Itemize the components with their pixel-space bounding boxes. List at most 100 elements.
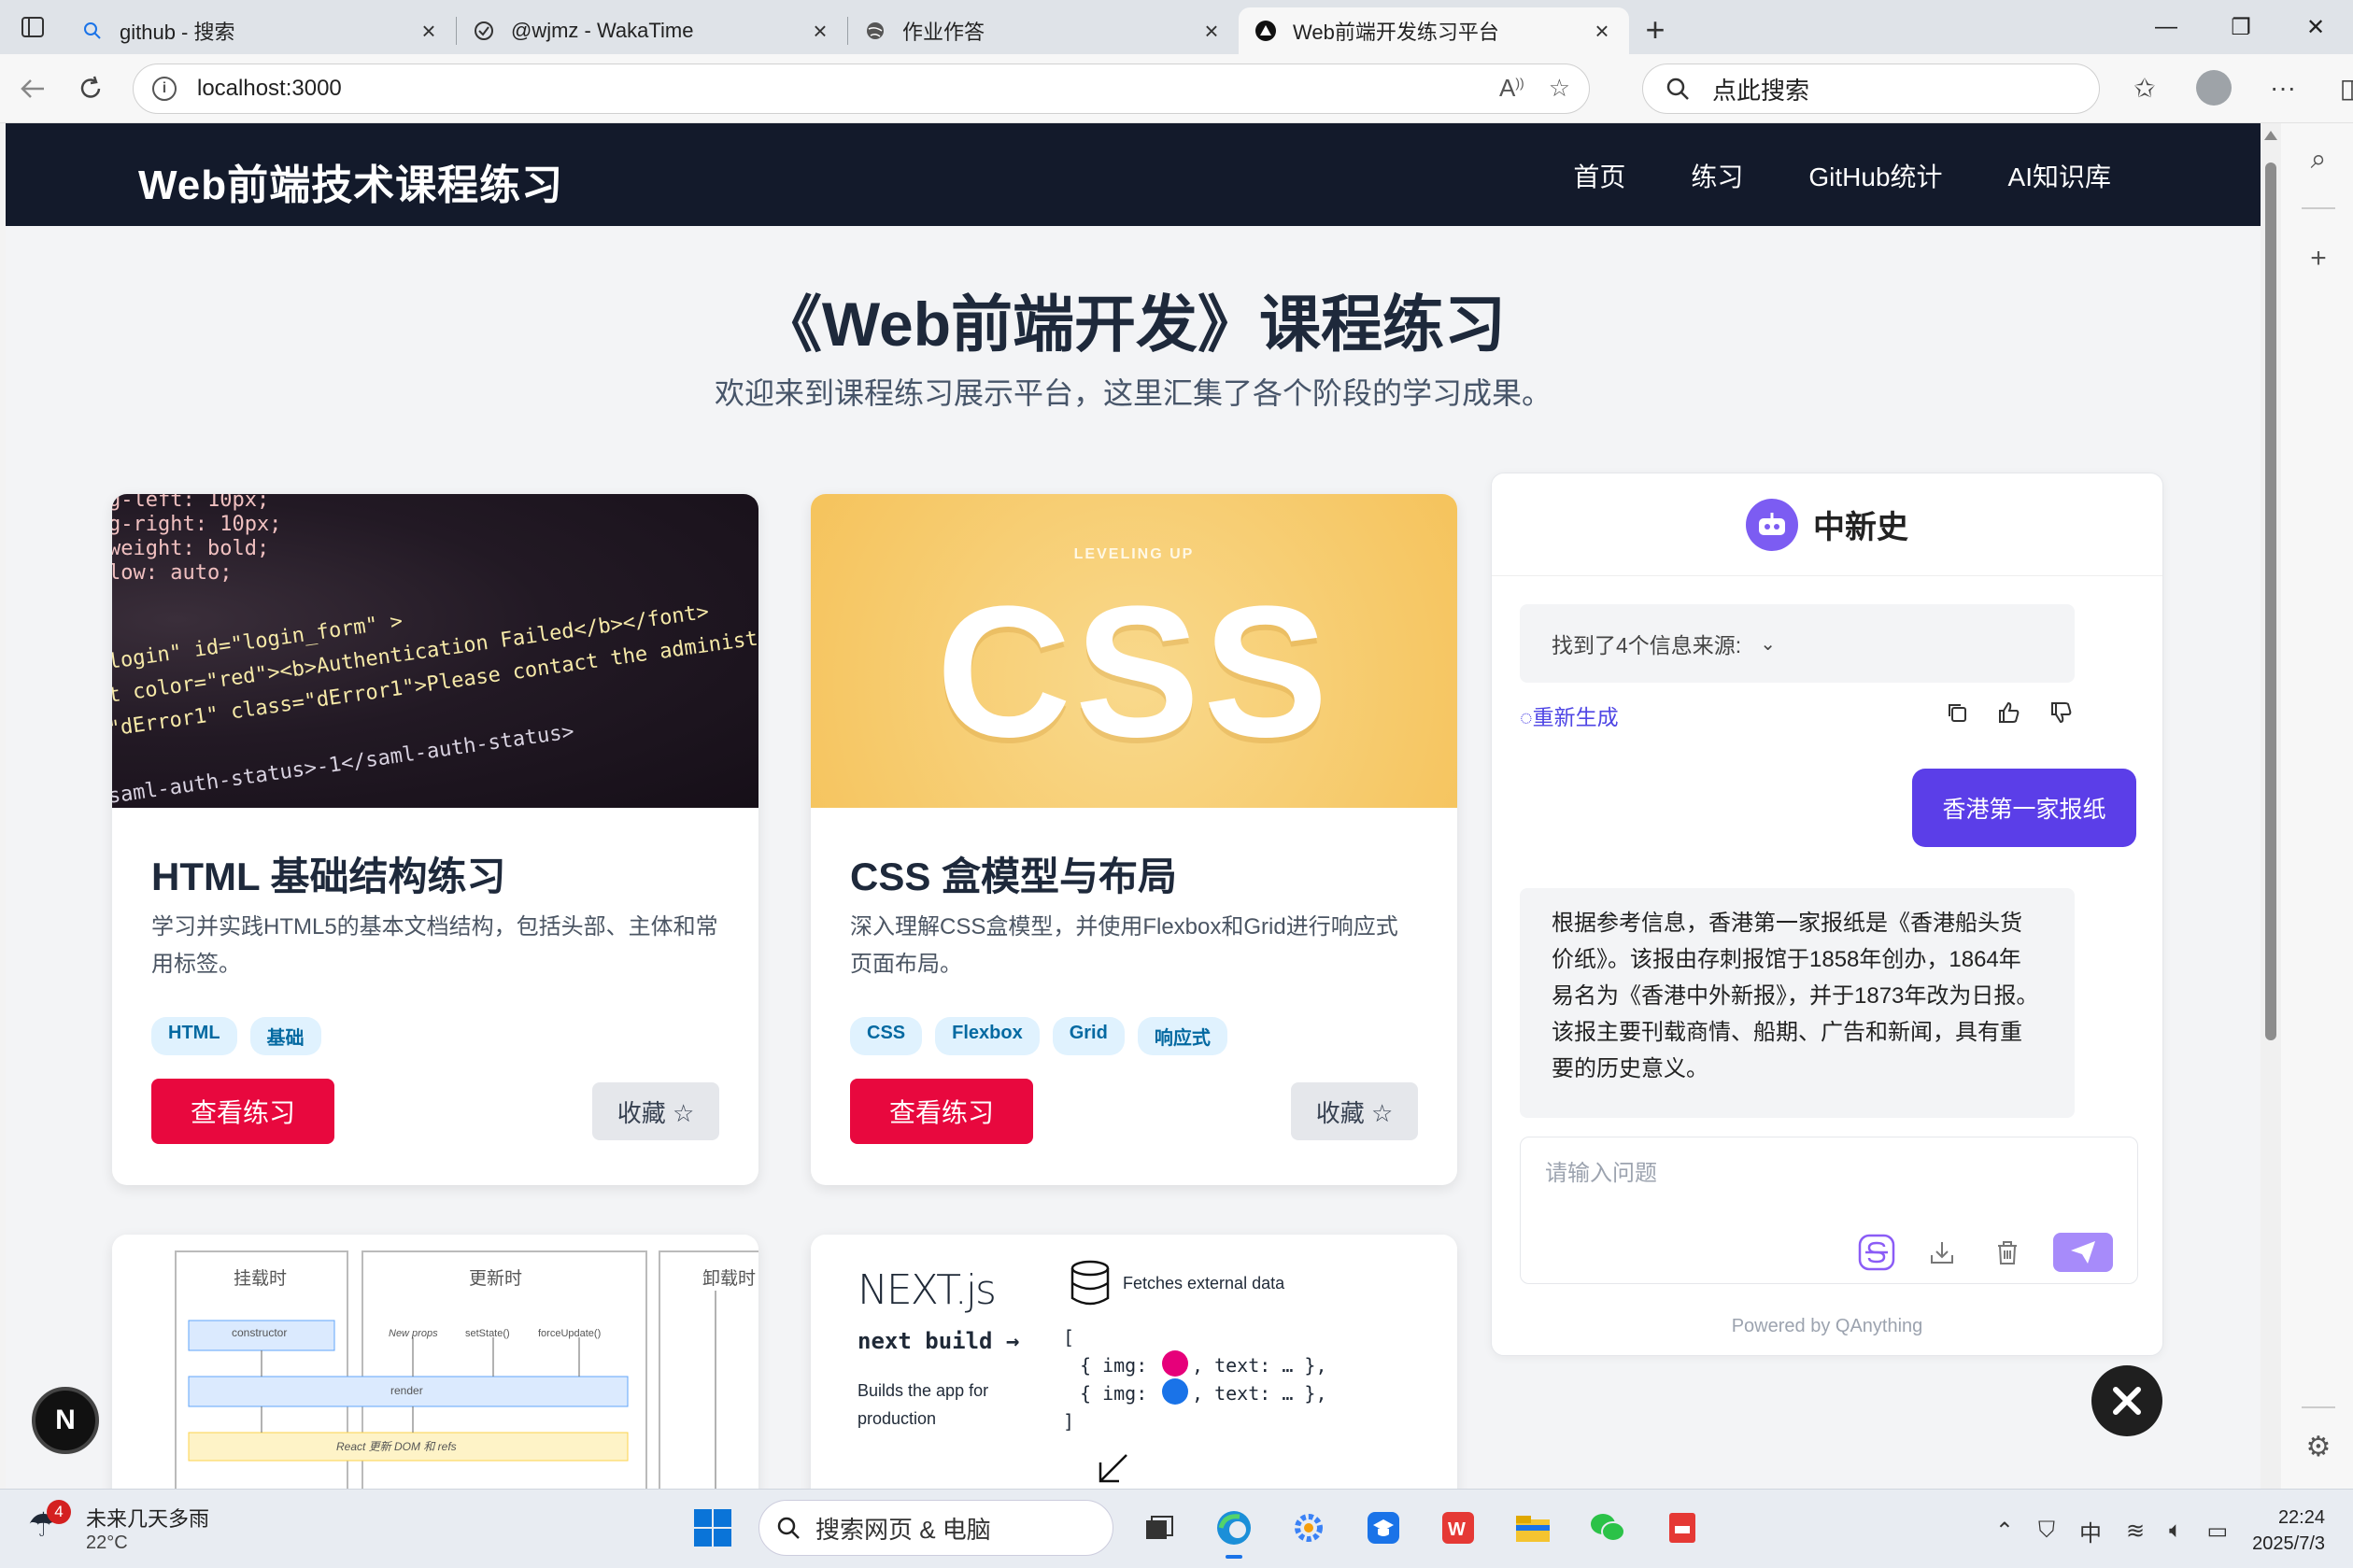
tab-wakatime[interactable]: @wjmz - WakaTime × <box>457 7 847 54</box>
code-line: g-right: 10px; <box>112 513 282 536</box>
user-message: 香港第一家报纸 <box>1912 769 2136 847</box>
tab-github-search[interactable]: github - 搜索 × <box>65 7 456 54</box>
nav-home-link[interactable]: 首页 <box>1573 157 1625 194</box>
tab-title: github - 搜索 <box>120 21 235 44</box>
input-tools <box>1857 1233 2113 1272</box>
wechat-icon[interactable] <box>1579 1499 1637 1557</box>
app-red-icon[interactable] <box>1653 1499 1711 1557</box>
favorite-star-icon[interactable]: ☆ <box>1549 74 1570 103</box>
scrollbar-thumb[interactable] <box>2265 162 2276 1040</box>
url-bar[interactable]: i localhost:3000 A)) ☆ <box>133 64 1590 114</box>
back-button[interactable] <box>4 60 62 118</box>
reload-button[interactable] <box>62 60 120 118</box>
restore-button[interactable]: ❐ <box>2204 0 2278 54</box>
sidebar-add-icon[interactable]: + <box>2302 243 2335 276</box>
clock-time: 22:24 <box>2277 1507 2325 1528</box>
nextjs-triangle-icon <box>1254 19 1278 43</box>
thumbs-down-icon[interactable] <box>2047 698 2077 727</box>
close-chat-button[interactable] <box>2091 1365 2162 1436</box>
new-tab-button[interactable]: + <box>1629 7 1681 54</box>
lifecycle-update-label: 更新时 <box>469 1269 523 1289</box>
cover-big-text: CSS <box>936 568 1332 776</box>
read-aloud-icon[interactable]: A)) <box>1499 74 1524 103</box>
site-header: Web前端技术课程练习 首页 练习 GitHub统计 AI知识库 <box>6 123 2261 226</box>
nav-practice-link[interactable]: 练习 <box>1691 157 1743 194</box>
copy-icon[interactable] <box>1942 698 1972 727</box>
tab-title: @wjmz - WakaTime <box>511 19 694 42</box>
start-button[interactable] <box>684 1499 742 1557</box>
scroll-up-arrow-icon[interactable] <box>2264 131 2277 140</box>
minimize-button[interactable]: — <box>2129 0 2204 54</box>
browser-search-box[interactable]: 点此搜索 <box>1642 64 2100 114</box>
thumbs-up-icon[interactable] <box>1994 698 2024 727</box>
ime-indicator[interactable]: 中 <box>2079 1515 2102 1547</box>
security-shield-icon[interactable]: ⛉ <box>2038 1518 2055 1544</box>
code-line: saml-auth-status>-1</saml-auth-status> <box>112 720 576 808</box>
nav-github-stats-link[interactable]: GitHub统计 <box>1808 157 1942 194</box>
close-tab-icon[interactable]: × <box>1199 19 1224 43</box>
close-tab-icon[interactable]: × <box>808 19 832 43</box>
tab-title: 作业作答 <box>902 21 985 44</box>
profile-button[interactable] <box>2190 64 2238 112</box>
close-window-button[interactable]: ✕ <box>2278 0 2353 54</box>
nav-ai-knowledge-link[interactable]: AI知识库 <box>2008 157 2111 194</box>
edge-browser-icon[interactable] <box>1205 1499 1263 1559</box>
tab-homework[interactable]: 作业作答 × <box>848 7 1239 54</box>
volume-muted-icon[interactable]: 🔈︎ <box>2169 1518 2182 1544</box>
question-input[interactable] <box>1545 1154 2105 1210</box>
cover-small-text: LEVELING UP <box>1073 546 1195 562</box>
favorites-icon[interactable]: ✩ <box>2120 64 2169 112</box>
weather-widget[interactable]: ☂ 4 未来几天多雨 22°C <box>28 1499 209 1554</box>
search-placeholder: 点此搜索 <box>1712 76 1810 105</box>
globe-icon <box>863 19 887 43</box>
split-screen-icon[interactable]: ◫ <box>2328 64 2353 112</box>
browser-toolbar-right: ✩ ··· ◫ <box>2120 64 2353 112</box>
view-exercise-button[interactable]: 查看练习 <box>850 1079 1033 1144</box>
taskbar-search-text: 搜索网页 & 电脑 <box>815 1515 991 1544</box>
site-info-icon[interactable]: i <box>152 77 177 101</box>
tag-badge: CSS <box>850 1017 923 1055</box>
more-options-icon[interactable]: ··· <box>2259 64 2307 112</box>
download-icon[interactable] <box>1922 1233 1962 1272</box>
sidebar-settings-icon[interactable]: ⚙ <box>2302 1431 2335 1464</box>
chevron-up-icon[interactable]: ⌃ <box>1995 1518 2014 1545</box>
teams-app-icon[interactable] <box>1354 1499 1412 1557</box>
page-scrollbar[interactable] <box>2261 123 2281 1489</box>
exercise-card-nextjs: NEXT.js Fetches external data next build… <box>811 1235 1457 1489</box>
builds-label: Builds the app for production <box>858 1381 989 1428</box>
close-tab-icon[interactable]: × <box>417 19 441 43</box>
file-explorer-icon[interactable] <box>1504 1499 1562 1557</box>
code-line: low: auto; <box>112 561 233 585</box>
ai-chat-panel: 中新史 找到了4个信息来源: ⌄ ◌重新生成 香港第一家报纸 根据参考信息，香港… <box>1491 473 2163 1356</box>
favorite-button[interactable]: 收藏 ☆ <box>592 1082 719 1140</box>
favorite-button[interactable]: 收藏 ☆ <box>1291 1082 1418 1140</box>
sources-toggle[interactable]: 找到了4个信息来源: ⌄ <box>1520 604 2075 683</box>
sidebar-search-icon[interactable]: ⌕ <box>2302 144 2335 177</box>
wps-office-icon[interactable]: W <box>1429 1499 1487 1557</box>
weather-temp: 22°C <box>86 1533 128 1553</box>
settings-app-icon[interactable] <box>1280 1499 1338 1557</box>
send-button[interactable] <box>2053 1233 2113 1272</box>
lifecycle-dom-update: React 更新 DOM 和 refs <box>336 1440 457 1453</box>
array-close-bracket: ] <box>1063 1410 1075 1433</box>
task-view-icon[interactable] <box>1130 1499 1188 1557</box>
close-tab-icon[interactable]: × <box>1590 19 1614 43</box>
knowledge-base-icon[interactable] <box>1857 1233 1896 1272</box>
view-exercise-button[interactable]: 查看练习 <box>151 1079 334 1144</box>
lifecycle-mount-label: 挂载时 <box>234 1269 288 1289</box>
taskbar-search[interactable]: 搜索网页 & 电脑 <box>758 1500 1113 1556</box>
wifi-icon[interactable]: ≋ <box>2126 1518 2145 1545</box>
tab-web-practice[interactable]: Web前端开发练习平台 × <box>1239 7 1629 54</box>
send-icon <box>2071 1241 2095 1264</box>
clock[interactable]: 22:24 2025/7/3 <box>2252 1504 2325 1557</box>
tab-actions-button[interactable] <box>0 0 65 54</box>
card-description: 学习并实践HTML5的基本文档结构，包括头部、主体和常用标签。 <box>151 914 718 977</box>
battery-icon[interactable]: ▭ <box>2206 1518 2228 1545</box>
array-item-text: , text: … }, <box>1192 1382 1327 1405</box>
sources-label: 找到了4个信息来源: <box>1552 633 1742 657</box>
nextjs-dev-indicator[interactable]: N <box>32 1387 99 1454</box>
trash-icon[interactable] <box>1988 1233 2027 1272</box>
regenerate-button[interactable]: ◌重新生成 <box>1520 699 1619 731</box>
bot-answer: 根据参考信息，香港第一家报纸是《香港船头货价纸》。该报由存刺报馆于1858年创办… <box>1520 888 2075 1118</box>
site-brand[interactable]: Web前端技术课程练习 <box>138 151 563 211</box>
